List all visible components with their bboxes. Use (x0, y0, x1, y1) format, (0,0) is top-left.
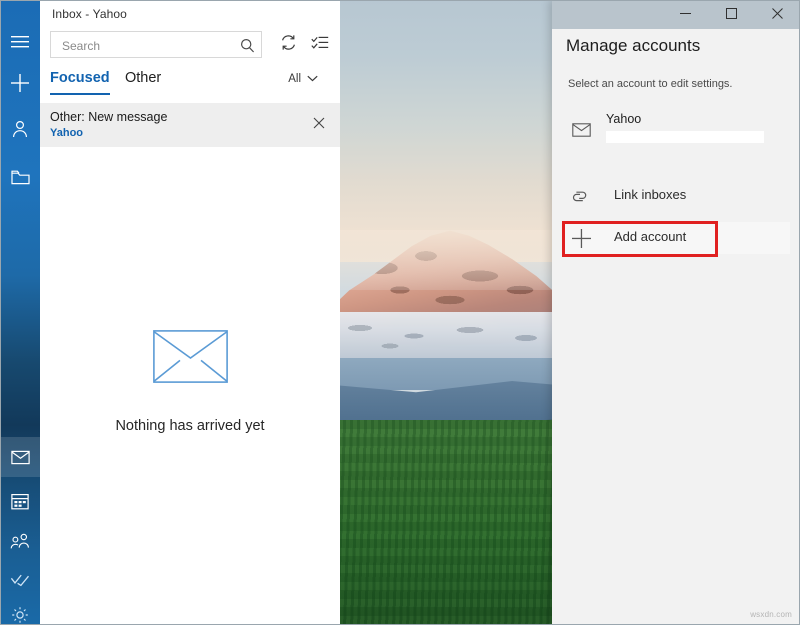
notification-title: Other: New message (50, 110, 168, 124)
link-inboxes-icon (570, 185, 592, 207)
mail-list-pane: Inbox - Yahoo Search Focused Other All O… (0, 0, 340, 625)
sidebar-item-menu[interactable] (0, 22, 40, 62)
folder-icon (10, 169, 30, 185)
plus-icon (11, 74, 29, 92)
close-icon (313, 116, 325, 134)
sync-icon (280, 34, 297, 56)
people-icon (10, 533, 31, 549)
sidebar-item-folders[interactable] (0, 157, 40, 197)
panel-heading: Manage accounts (566, 36, 701, 55)
search-input[interactable] (60, 32, 234, 59)
mail-icon (570, 119, 592, 141)
account-row-yahoo[interactable]: Yahoo (562, 108, 790, 152)
inbox-tabs: Focused Other All (50, 68, 332, 101)
envelope-outline-icon (40, 330, 340, 388)
mail-icon (10, 450, 30, 465)
person-icon (11, 120, 29, 138)
sidebar-item-calendar[interactable] (0, 481, 40, 521)
minimize-icon (680, 6, 691, 24)
sidebar-item-accounts[interactable] (0, 109, 40, 149)
sidebar-item-todo[interactable] (0, 559, 40, 599)
notification-account-link[interactable]: Yahoo (50, 127, 83, 139)
watermark: wsxdn.com (750, 610, 792, 619)
chevron-down-icon (307, 73, 318, 85)
mountain-lower-snowfield (330, 312, 570, 358)
search-icon[interactable] (237, 35, 257, 55)
notification-close-button[interactable] (310, 116, 328, 134)
selection-mode-icon (311, 35, 329, 55)
sidebar-item-new-mail[interactable] (0, 63, 40, 103)
page-title: Inbox - Yahoo (52, 7, 127, 21)
selection-mode-button[interactable] (308, 33, 332, 57)
sidebar-item-people[interactable] (0, 521, 40, 561)
add-account-button[interactable]: Add account (562, 222, 790, 254)
calendar-icon (11, 493, 29, 510)
manage-accounts-panel: Manage accounts Select an account to edi… (552, 0, 800, 625)
link-inboxes-label: Link inboxes (614, 187, 687, 202)
minimize-button[interactable] (663, 0, 708, 29)
mail-toolbar (50, 31, 332, 59)
notification-banner[interactable]: Other: New message Yahoo (40, 103, 340, 147)
to-do-icon (10, 571, 30, 587)
sync-button[interactable] (276, 33, 300, 57)
filter-dropdown[interactable]: All (288, 73, 318, 85)
close-icon (772, 6, 783, 24)
panel-subtitle: Select an account to edit settings. (568, 78, 733, 90)
sidebar-item-settings[interactable] (0, 595, 40, 625)
tab-focused[interactable]: Focused (50, 70, 110, 95)
empty-inbox-state: Nothing has arrived yet (40, 330, 340, 434)
navigation-rail (0, 0, 40, 625)
hamburger-menu-icon (11, 35, 29, 49)
link-inboxes-button[interactable]: Link inboxes (562, 180, 790, 212)
account-address-redacted (606, 131, 764, 143)
sidebar-item-mail[interactable] (0, 437, 40, 477)
search-box[interactable] (50, 31, 262, 59)
close-button[interactable] (755, 0, 800, 29)
maximize-button[interactable] (709, 0, 754, 29)
window-titlebar[interactable] (552, 0, 800, 29)
add-account-label: Add account (614, 229, 687, 244)
maximize-icon (726, 6, 737, 24)
account-name: Yahoo (606, 112, 642, 126)
filter-label: All (288, 73, 301, 85)
empty-inbox-message: Nothing has arrived yet (115, 418, 265, 434)
tab-other[interactable]: Other (125, 70, 161, 93)
mail-app-window: Inbox - Yahoo Search Focused Other All O… (0, 0, 800, 625)
plus-icon (570, 227, 592, 249)
gear-icon (11, 606, 29, 624)
